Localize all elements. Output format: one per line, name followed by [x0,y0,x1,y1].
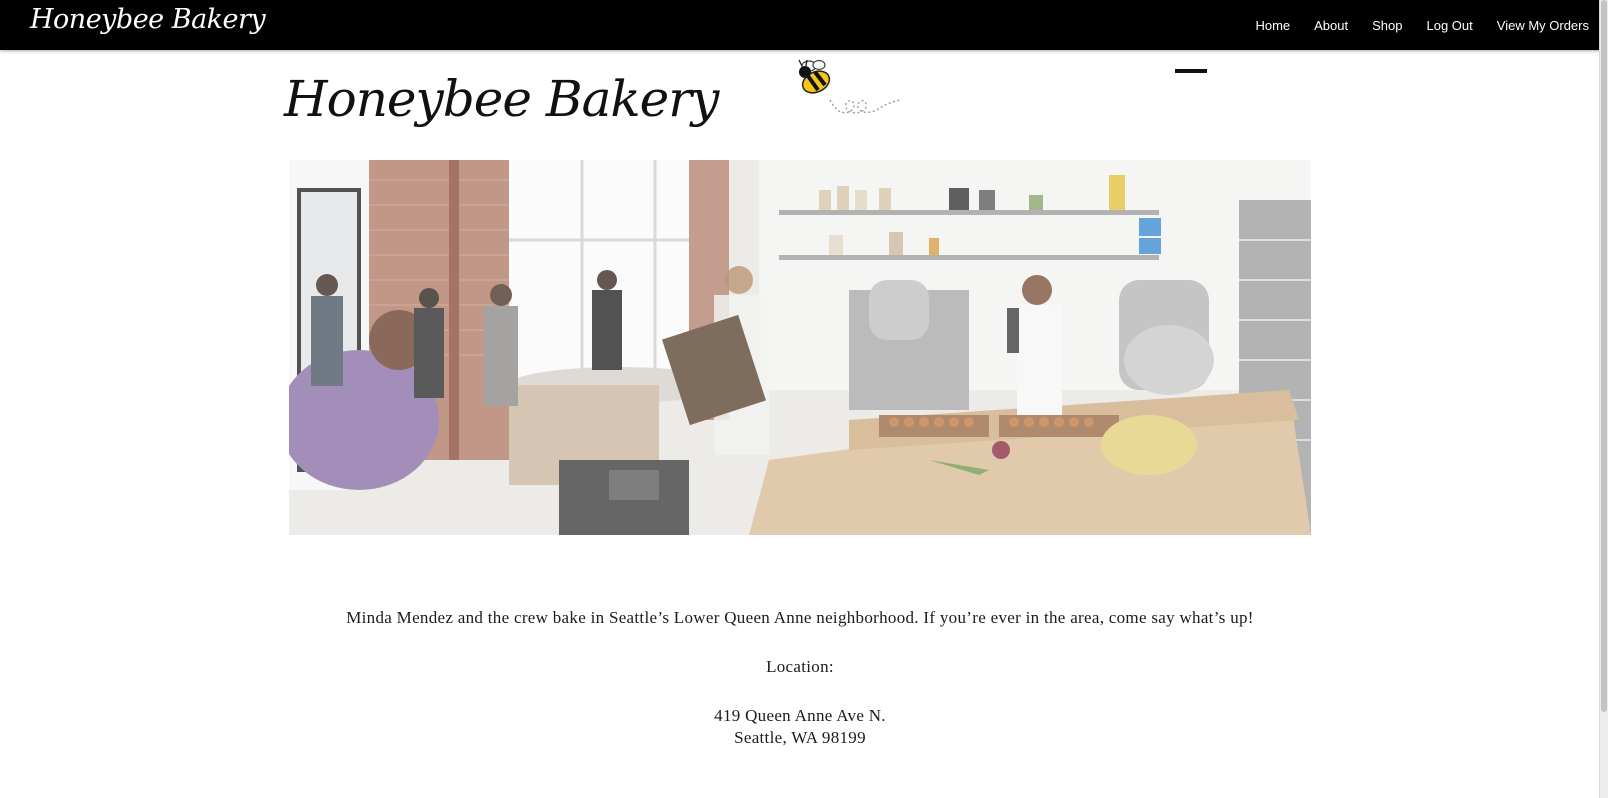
top-nav-bar: Honeybee Bakery Home About Shop Log Out … [0,0,1600,50]
page-title: Honeybee Bakery [284,70,719,128]
address-line-1: 419 Queen Anne Ave N. [714,706,886,725]
scrollbar-track[interactable] [1599,0,1608,798]
about-content: Minda Mendez and the crew bake in Seattl… [289,605,1311,748]
bee-icon [798,59,901,114]
location-label: Location: [766,657,834,676]
main-nav: Home About Shop Log Out View My Orders [1255,0,1589,50]
address-line-2: Seattle, WA 98199 [734,728,866,747]
intro-text: Minda Mendez and the crew bake in Seattl… [346,608,1254,627]
nav-link-view-my-orders[interactable]: View My Orders [1497,18,1589,33]
nav-link-shop[interactable]: Shop [1372,18,1402,33]
hero-image [289,160,1311,535]
nav-link-log-out[interactable]: Log Out [1427,18,1473,33]
bakery-kitchen-photo [289,160,1311,535]
scrollbar-thumb[interactable] [1601,0,1607,712]
brand-logo-link[interactable]: Honeybee Bakery [30,4,266,35]
nav-link-about[interactable]: About [1314,18,1348,33]
nav-link-home[interactable]: Home [1255,18,1290,33]
hamburger-menu-icon[interactable] [1175,69,1207,73]
